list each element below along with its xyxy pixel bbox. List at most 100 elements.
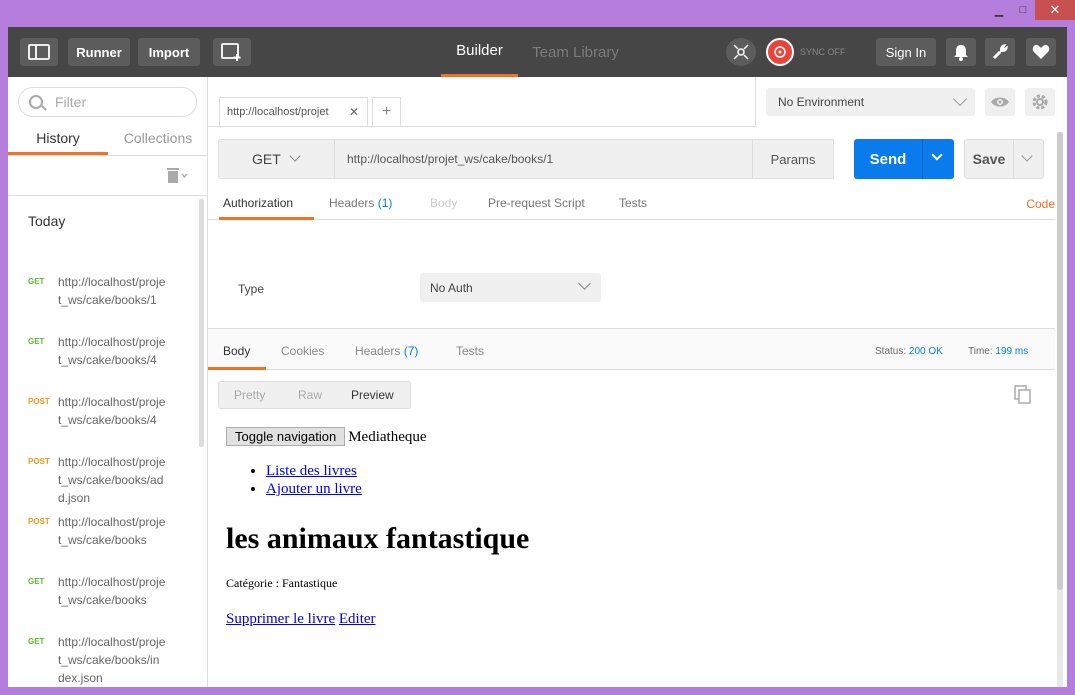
generate-code-link[interactable]: Code: [1026, 197, 1055, 211]
new-window-button[interactable]: [213, 38, 251, 66]
bell-icon: [954, 45, 968, 61]
sidebar-tabs: History Collections: [8, 125, 208, 155]
import-button[interactable]: Import: [138, 38, 200, 66]
save-options-button[interactable]: [1014, 139, 1044, 179]
environment-value: No Environment: [778, 95, 865, 109]
filter-placeholder: Filter: [55, 94, 87, 110]
trash-icon: [167, 168, 188, 183]
sidebar-scrollbar[interactable]: [199, 199, 204, 447]
filter-input[interactable]: Filter: [18, 87, 197, 117]
tab-response-tests[interactable]: Tests: [456, 329, 484, 370]
format-preview-button[interactable]: Preview: [351, 382, 394, 408]
method-badge: GET: [28, 637, 45, 646]
manage-environments-button[interactable]: [1025, 88, 1055, 116]
method-select[interactable]: GET: [219, 140, 335, 178]
preview-navbar: Toggle navigation Mediatheque: [226, 427, 1046, 446]
tab-response-headers[interactable]: Headers (7): [355, 329, 418, 370]
chevron-down-icon: [578, 277, 591, 290]
close-tab-icon[interactable]: ✕: [349, 105, 359, 119]
history-item[interactable]: GET http://localhost/projet_ws/cake/book…: [28, 333, 188, 369]
main-scrollbar[interactable]: [1057, 132, 1063, 687]
request-tab-title: http://localhost/projet: [227, 106, 329, 118]
history-item[interactable]: POST http://localhost/projet_ws/cake/boo…: [28, 513, 188, 549]
tab-pre-request-script[interactable]: Pre-request Script: [488, 189, 585, 220]
url-input[interactable]: http://localhost/projet_ws/cake/books/1: [335, 140, 763, 178]
environment-select[interactable]: No Environment: [766, 88, 975, 116]
delete-book-link[interactable]: Supprimer le livre: [226, 611, 335, 627]
format-raw-button[interactable]: Raw: [298, 382, 322, 408]
request-tab[interactable]: http://localhost/projet ✕: [219, 97, 368, 126]
sync-status[interactable]: SYNC OFF: [766, 38, 846, 66]
tab-response-cookies[interactable]: Cookies: [281, 329, 324, 370]
runner-button[interactable]: Runner: [68, 38, 130, 66]
tab-collections[interactable]: Collections: [108, 125, 208, 155]
tab-history[interactable]: History: [8, 125, 108, 155]
history-url: http://localhost/projet_ws/cake/books/4: [58, 335, 166, 367]
request-url-bar: GET http://localhost/projet_ws/cake/book…: [218, 139, 762, 179]
tab-authorization[interactable]: Authorization: [219, 189, 314, 220]
send-options-button[interactable]: [922, 139, 954, 179]
tab-response-headers-label: Headers: [355, 344, 401, 358]
status-label: Status:: [875, 346, 907, 357]
interceptor-button[interactable]: [726, 38, 756, 66]
tab-response-body[interactable]: Body: [208, 329, 266, 370]
time-label: Time:: [968, 346, 993, 357]
history-url: http://localhost/projet_ws/cake/books: [58, 575, 166, 607]
history-item[interactable]: POST http://localhost/projet_ws/cake/boo…: [28, 393, 188, 429]
settings-button[interactable]: [985, 38, 1015, 66]
sign-in-button[interactable]: Sign In: [876, 38, 936, 66]
method-badge: GET: [28, 337, 45, 346]
send-button[interactable]: Send: [854, 139, 922, 179]
edit-book-link[interactable]: Editer: [339, 611, 376, 627]
history-item[interactable]: GET http://localhost/projet_ws/cake/book…: [28, 273, 188, 309]
tab-headers[interactable]: Headers (1): [329, 189, 392, 220]
chevron-down-icon: [1021, 150, 1033, 162]
tab-tests[interactable]: Tests: [619, 189, 647, 220]
auth-type-select[interactable]: No Auth: [420, 273, 601, 302]
method-badge: GET: [28, 277, 45, 286]
history-url: http://localhost/projet_ws/cake/books/1: [58, 275, 166, 307]
minimize-button[interactable]: ▁: [987, 0, 1011, 20]
top-toolbar: Runner Import Builder Team Library SYNC …: [8, 27, 1067, 77]
tab-builder[interactable]: Builder: [441, 27, 518, 77]
history-item[interactable]: POST http://localhost/projet_ws/cake/boo…: [28, 453, 188, 507]
divider: [8, 155, 208, 156]
add-book-link[interactable]: Ajouter un livre: [266, 481, 362, 497]
maximize-button[interactable]: □: [1011, 0, 1035, 20]
response-time: Time: 199 ms: [968, 346, 1028, 357]
chevron-down-icon: [931, 149, 943, 161]
preview-brand: Mediatheque: [348, 429, 427, 445]
notifications-button[interactable]: [946, 38, 976, 66]
close-button[interactable]: ✕: [1035, 0, 1075, 20]
toggle-navigation-button[interactable]: Toggle navigation: [226, 427, 346, 446]
book-category: Catégorie : Fantastique: [226, 576, 338, 590]
request-tabs: Authorization Headers (1) Body Pre-reque…: [208, 189, 1055, 220]
book-actions: Supprimer le livre Editer: [226, 611, 1046, 628]
method-badge: POST: [28, 517, 50, 526]
scrollbar-thumb[interactable]: [1057, 132, 1063, 590]
divider: [8, 195, 208, 196]
history-item[interactable]: GET http://localhost/projet_ws/cake/book…: [28, 573, 188, 609]
tab-body[interactable]: Body: [430, 189, 457, 220]
favorites-button[interactable]: [1026, 38, 1056, 66]
format-pretty-button[interactable]: Pretty: [234, 382, 265, 408]
sidebar-toggle-button[interactable]: [20, 38, 58, 66]
preview-nav-list: Liste des livres Ajouter un livre: [266, 462, 1046, 498]
book-list-link[interactable]: Liste des livres: [266, 463, 357, 479]
history-item[interactable]: GET http://localhost/projet_ws/cake/book…: [28, 633, 188, 687]
main-panel: http://localhost/projet ✕ + No Environme…: [208, 77, 1067, 687]
tab-headers-label: Headers: [329, 196, 375, 210]
add-tab-button[interactable]: +: [372, 97, 401, 126]
search-icon: [29, 95, 43, 109]
clear-history-button[interactable]: [166, 167, 188, 186]
save-button[interactable]: Save: [964, 139, 1014, 179]
response-status: Status: 200 OK: [875, 346, 943, 357]
plus-icon: +: [381, 103, 392, 120]
environment-quick-look-button[interactable]: [985, 88, 1015, 116]
params-button[interactable]: Params: [752, 139, 834, 179]
copy-response-button[interactable]: [1014, 385, 1032, 405]
tab-team-library[interactable]: Team Library: [528, 27, 623, 77]
divider: [208, 126, 755, 127]
method-badge: POST: [28, 457, 50, 466]
heart-icon: [1032, 44, 1050, 59]
